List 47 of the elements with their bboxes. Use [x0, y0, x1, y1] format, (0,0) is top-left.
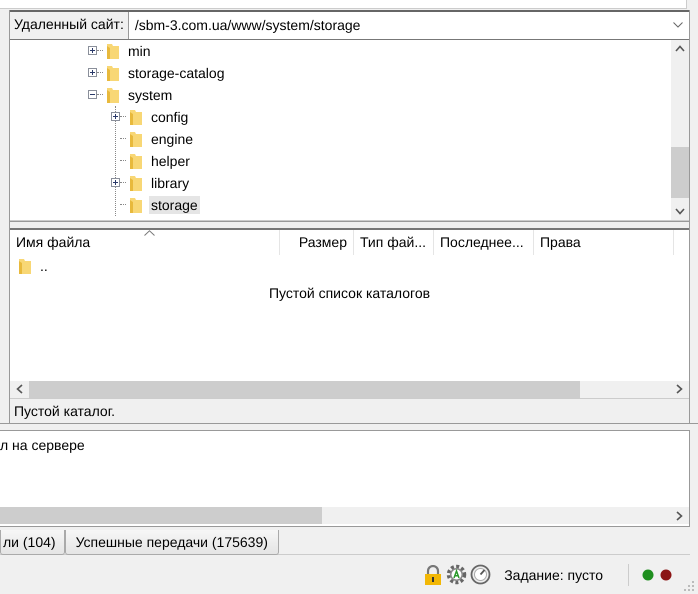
expand-icon[interactable] — [110, 112, 120, 122]
scroll-right-icon[interactable] — [676, 510, 683, 520]
folder-name[interactable]: library — [148, 174, 192, 192]
folder-icon — [128, 130, 143, 148]
scroll-left-icon[interactable] — [16, 384, 23, 394]
expand-icon[interactable] — [88, 68, 97, 78]
folder-icon — [128, 196, 143, 214]
folder-name[interactable]: engine — [148, 130, 196, 148]
queue-tab[interactable]: ли (104) — [0, 530, 65, 555]
expand-icon[interactable] — [110, 178, 120, 188]
folder-icon — [128, 152, 143, 170]
scroll-right-icon[interactable] — [676, 384, 684, 394]
folder-icon — [128, 108, 143, 126]
column-header[interactable]: Последнее... — [434, 230, 534, 256]
lock-icon — [423, 564, 444, 584]
column-header[interactable]: Права — [534, 230, 674, 256]
vertical-scrollbar[interactable] — [671, 40, 690, 220]
folder-name[interactable]: system — [126, 86, 174, 104]
column-header[interactable]: Тип фай... — [354, 230, 434, 256]
queue-tab[interactable]: Успешные передачи (175639) — [64, 530, 279, 555]
scroll-up-icon[interactable] — [675, 44, 686, 52]
collapse-icon[interactable] — [88, 90, 97, 100]
folder-name[interactable]: storage-catalog — [126, 64, 226, 82]
folder-name[interactable]: storage — [148, 196, 200, 214]
folder-icon — [18, 257, 32, 276]
empty-list-message: Пустой список каталогов — [268, 285, 432, 302]
file-name[interactable]: .. — [40, 258, 48, 274]
folder-name[interactable]: config — [148, 108, 190, 126]
horizontal-scrollbar[interactable] — [10, 380, 690, 398]
dropdown-icon[interactable] — [673, 22, 684, 28]
column-header[interactable]: Имя файла — [10, 230, 280, 256]
speedometer-icon — [470, 564, 492, 585]
folder-icon — [106, 42, 120, 60]
remote-path-field[interactable]: /sbm-3.com.ua/www/system/storage — [128, 12, 690, 39]
folder-icon — [106, 64, 120, 82]
resize-grip-icon[interactable] — [684, 581, 694, 591]
folder-name[interactable]: helper — [148, 152, 192, 170]
column-header[interactable]: Размер — [280, 230, 354, 256]
log-message: л на сервере — [0, 436, 86, 455]
folder-icon — [106, 86, 120, 104]
folder-icon — [128, 174, 143, 192]
horizontal-scrollbar[interactable] — [0, 507, 689, 524]
scroll-down-icon[interactable] — [675, 208, 686, 216]
folder-name[interactable]: min — [126, 42, 153, 60]
gear-icon — [446, 564, 468, 585]
expand-icon[interactable] — [88, 46, 97, 56]
queue-status: Задание: пусто — [504, 566, 603, 582]
